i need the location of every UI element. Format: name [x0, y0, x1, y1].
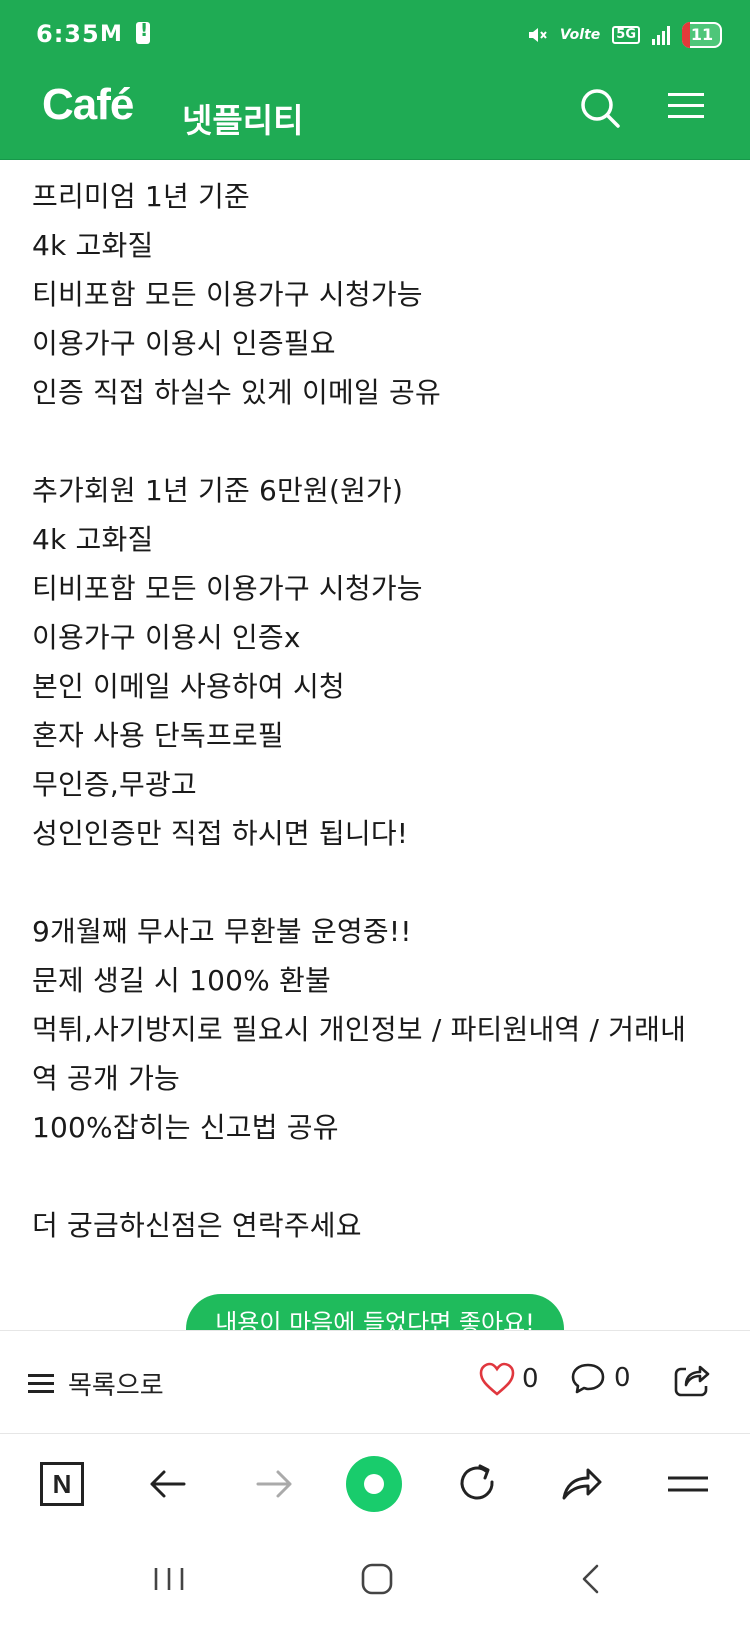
battery-level: 11 — [690, 25, 714, 44]
status-time: 6:35 — [36, 20, 100, 48]
post-line: 먹튀,사기방지로 필요시 개인정보 / 파티원내역 / 거래내 — [32, 1013, 687, 1046]
post-line: 인증 직접 하실수 있게 이메일 공유 — [32, 376, 441, 409]
share-icon[interactable] — [672, 1359, 712, 1399]
comment-icon — [571, 1363, 605, 1394]
search-icon[interactable] — [578, 86, 622, 130]
recent-apps-icon[interactable] — [144, 1554, 194, 1604]
green-dot-button[interactable] — [346, 1456, 402, 1512]
status-indicators: Volte 5G 11 — [526, 18, 722, 52]
system-nav-bar — [0, 1534, 750, 1625]
post-line: 이용가구 이용시 인증필요 — [32, 327, 336, 360]
post-line: 4k 고화질 — [32, 523, 154, 556]
comment-count: 0 — [614, 1363, 631, 1393]
post-line: 본인 이메일 사용하여 시청 — [32, 670, 345, 703]
post-line: 100%잡히는 신고법 공유 — [32, 1111, 339, 1144]
alert-icon — [136, 20, 150, 44]
post-line: 이용가구 이용시 인증x — [32, 621, 301, 654]
battery-icon: 11 — [682, 22, 722, 48]
cafe-logo[interactable]: Café — [42, 80, 134, 130]
post-line: 티비포함 모든 이용가구 시청가능 — [32, 278, 423, 311]
status-bar: 6:35 M Volte 5G 11 — [0, 0, 750, 74]
like-prompt-button[interactable]: 내용이 마음에 들었다면 좋아요! — [186, 1294, 564, 1330]
naver-home-icon: N — [40, 1462, 84, 1506]
home-icon[interactable] — [352, 1554, 402, 1604]
system-back-icon[interactable] — [566, 1554, 616, 1604]
refresh-icon[interactable] — [450, 1456, 506, 1512]
volte-indicator: Volte — [559, 27, 601, 43]
post-line: 역 공개 가능 — [32, 1062, 181, 1095]
post-line: 4k 고화질 — [32, 229, 154, 262]
back-to-list-label: 목록으로 — [68, 1371, 164, 1401]
post-line: 더 궁금하신점은 연락주세요 — [32, 1209, 362, 1242]
gmail-icon: M — [100, 22, 122, 47]
like-button[interactable]: 0 — [478, 1361, 539, 1397]
post-line: 9개월째 무사고 무환불 운영중!! — [32, 915, 412, 948]
post-line: 문제 생길 시 100% 환불 — [32, 964, 331, 997]
mute-icon — [528, 28, 547, 42]
back-to-list-button[interactable]: 목록으로 — [28, 1365, 164, 1402]
green-dot-icon — [346, 1456, 402, 1512]
naver-home-button[interactable]: N — [34, 1456, 90, 1512]
post-line: 무인증,무광고 — [32, 768, 197, 801]
like-count: 0 — [522, 1364, 539, 1394]
forward-arrow-icon[interactable] — [246, 1456, 302, 1512]
app-header: Café 넷플리티 — [0, 74, 750, 160]
comment-button[interactable]: 0 — [570, 1361, 631, 1395]
post-action-bar: 목록으로 0 0 — [0, 1330, 750, 1434]
post-line: 성인인증만 직접 하시면 됩니다! — [32, 817, 409, 850]
back-arrow-icon[interactable] — [140, 1456, 196, 1512]
heart-icon — [479, 1362, 515, 1396]
cafe-name[interactable]: 넷플리티 — [182, 94, 303, 142]
hamburger-menu-icon[interactable] — [668, 88, 708, 128]
signal-icon — [652, 25, 670, 45]
post-line: 혼자 사용 단독프로필 — [32, 719, 284, 752]
post-line: 프리미엄 1년 기준 — [32, 180, 250, 213]
post-content: 프리미엄 1년 기준 4k 고화질 티비포함 모든 이용가구 시청가능 이용가구… — [0, 160, 750, 1330]
share-arrow-icon[interactable] — [554, 1456, 610, 1512]
post-line: 추가회원 1년 기준 6만원(원가) — [32, 474, 404, 507]
5g-indicator: 5G — [612, 26, 640, 44]
list-icon — [28, 1373, 54, 1395]
post-line: 티비포함 모든 이용가구 시청가능 — [32, 572, 423, 605]
browser-menu-icon[interactable] — [660, 1456, 716, 1512]
browser-toolbar: N — [0, 1434, 750, 1534]
